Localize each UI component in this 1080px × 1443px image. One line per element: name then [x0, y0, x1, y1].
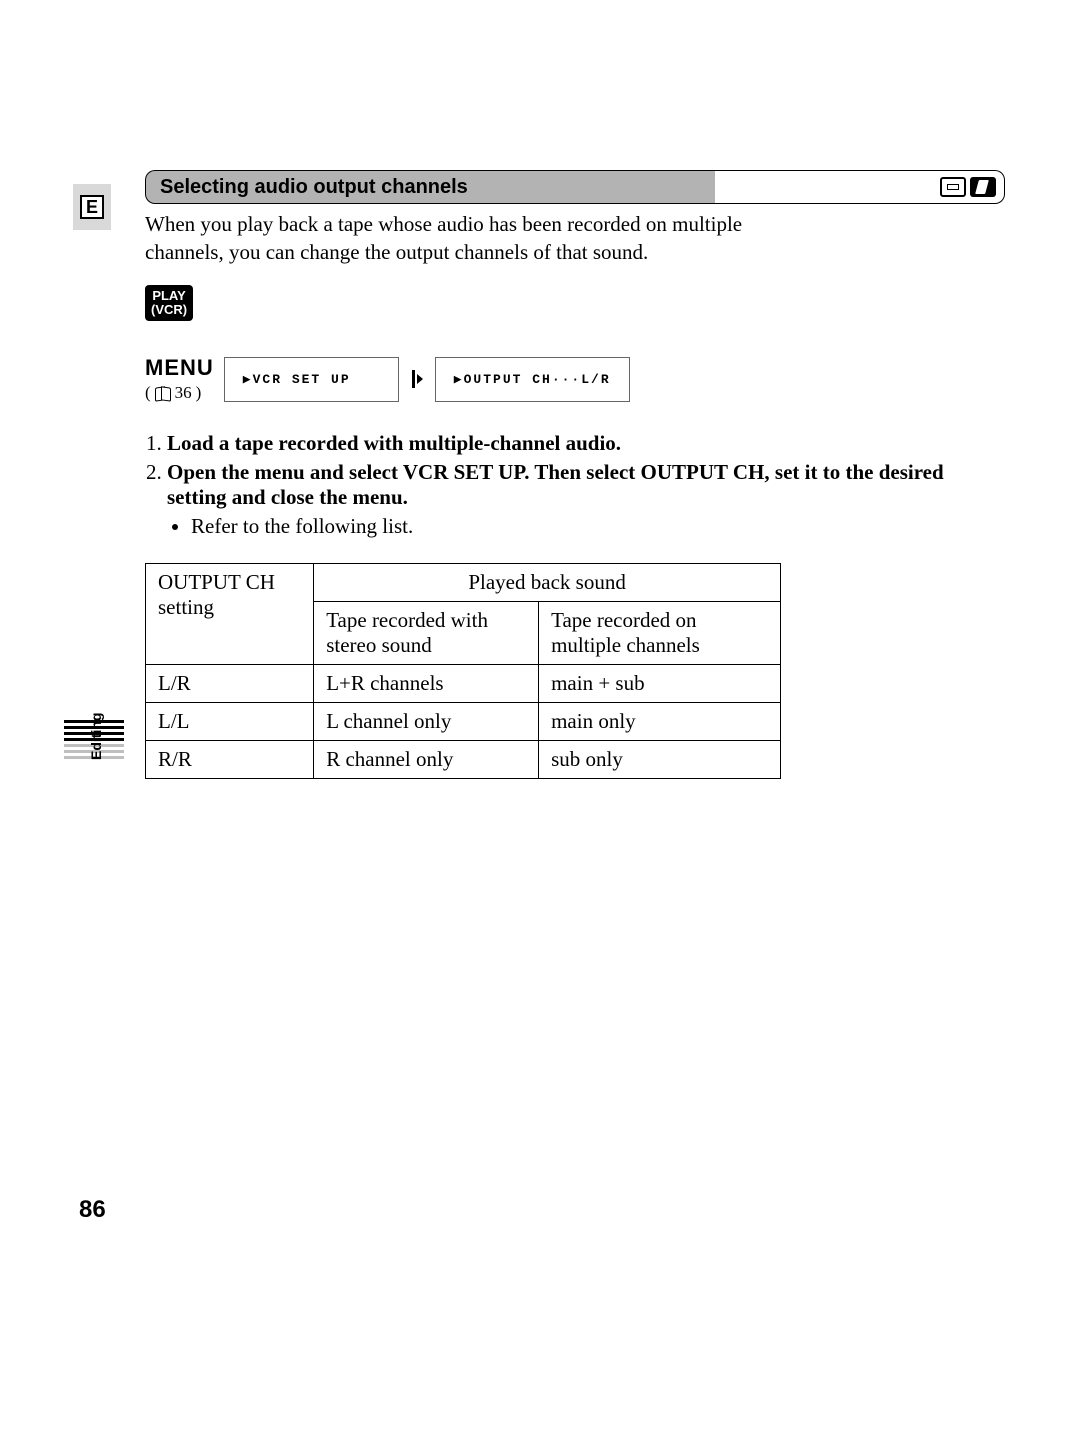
menu-path-row: MENU ( 36) ▶VCR SET UP ▶OUTPUT CH···L/R	[145, 355, 1005, 403]
section-bar-spacer	[715, 170, 936, 204]
step-1-text: Load a tape recorded with multiple-chann…	[167, 431, 621, 455]
menu-ref-number: 36	[175, 383, 192, 403]
section-heading-bar: Selecting audio output channels	[145, 170, 1005, 204]
menu-page-ref: ( 36)	[145, 383, 201, 403]
book-icon	[155, 387, 171, 399]
table-row: R/R R channel only sub only	[146, 741, 781, 779]
language-letter: E	[80, 195, 104, 219]
table-row: L/L L channel only main only	[146, 703, 781, 741]
play-vcr-badge: PLAY (VCR)	[145, 285, 193, 322]
step-2-sub-text: Refer to the following list.	[191, 514, 1005, 539]
cassette-icon	[940, 177, 966, 197]
table-row: L/R L+R channels main + sub	[146, 665, 781, 703]
step-2: Open the menu and select VCR SET UP. The…	[167, 460, 1005, 539]
menu-label-block: MENU ( 36)	[145, 355, 214, 403]
cell: sub only	[539, 741, 781, 779]
intro-text: When you play back a tape whose audio ha…	[145, 210, 785, 267]
manual-page: E Selecting audio output channels When y…	[75, 170, 1005, 779]
cell: L+R channels	[314, 665, 539, 703]
instruction-steps: Load a tape recorded with multiple-chann…	[145, 431, 1005, 539]
play-badge-line1: PLAY	[152, 288, 185, 303]
step-1: Load a tape recorded with multiple-chann…	[167, 431, 1005, 456]
cell: L/L	[146, 703, 314, 741]
play-badge-line2: (VCR)	[151, 302, 187, 317]
menu-label: MENU	[145, 355, 214, 381]
output-channel-table: OUTPUT CH setting Played back sound Tape…	[145, 563, 781, 779]
section-mode-icons	[936, 170, 1005, 204]
cell: main only	[539, 703, 781, 741]
col23-header: Played back sound	[314, 564, 781, 602]
cell: R channel only	[314, 741, 539, 779]
section-tab-label: Editing	[88, 713, 104, 760]
col2-sub: Tape recorded with stereo sound	[314, 602, 539, 665]
col1-header: OUTPUT CH setting	[146, 564, 314, 665]
language-indicator: E	[73, 184, 111, 230]
cell: L/R	[146, 665, 314, 703]
step-2-sublist: Refer to the following list.	[167, 514, 1005, 539]
cell: main + sub	[539, 665, 781, 703]
page-number: 86	[79, 1196, 106, 1224]
menu-arrow-icon	[409, 368, 425, 390]
cell: L channel only	[314, 703, 539, 741]
memory-card-icon	[970, 177, 996, 197]
page-content: Selecting audio output channels When you…	[145, 170, 1005, 779]
table-header-row: OUTPUT CH setting Played back sound	[146, 564, 781, 602]
col3-sub: Tape recorded on multiple channels	[539, 602, 781, 665]
step-2-text: Open the menu and select VCR SET UP. The…	[167, 460, 944, 509]
section-title: Selecting audio output channels	[145, 170, 715, 204]
cell: R/R	[146, 741, 314, 779]
menu-step-box-1: ▶VCR SET UP	[224, 357, 399, 402]
menu-step-box-2: ▶OUTPUT CH···L/R	[435, 357, 630, 402]
